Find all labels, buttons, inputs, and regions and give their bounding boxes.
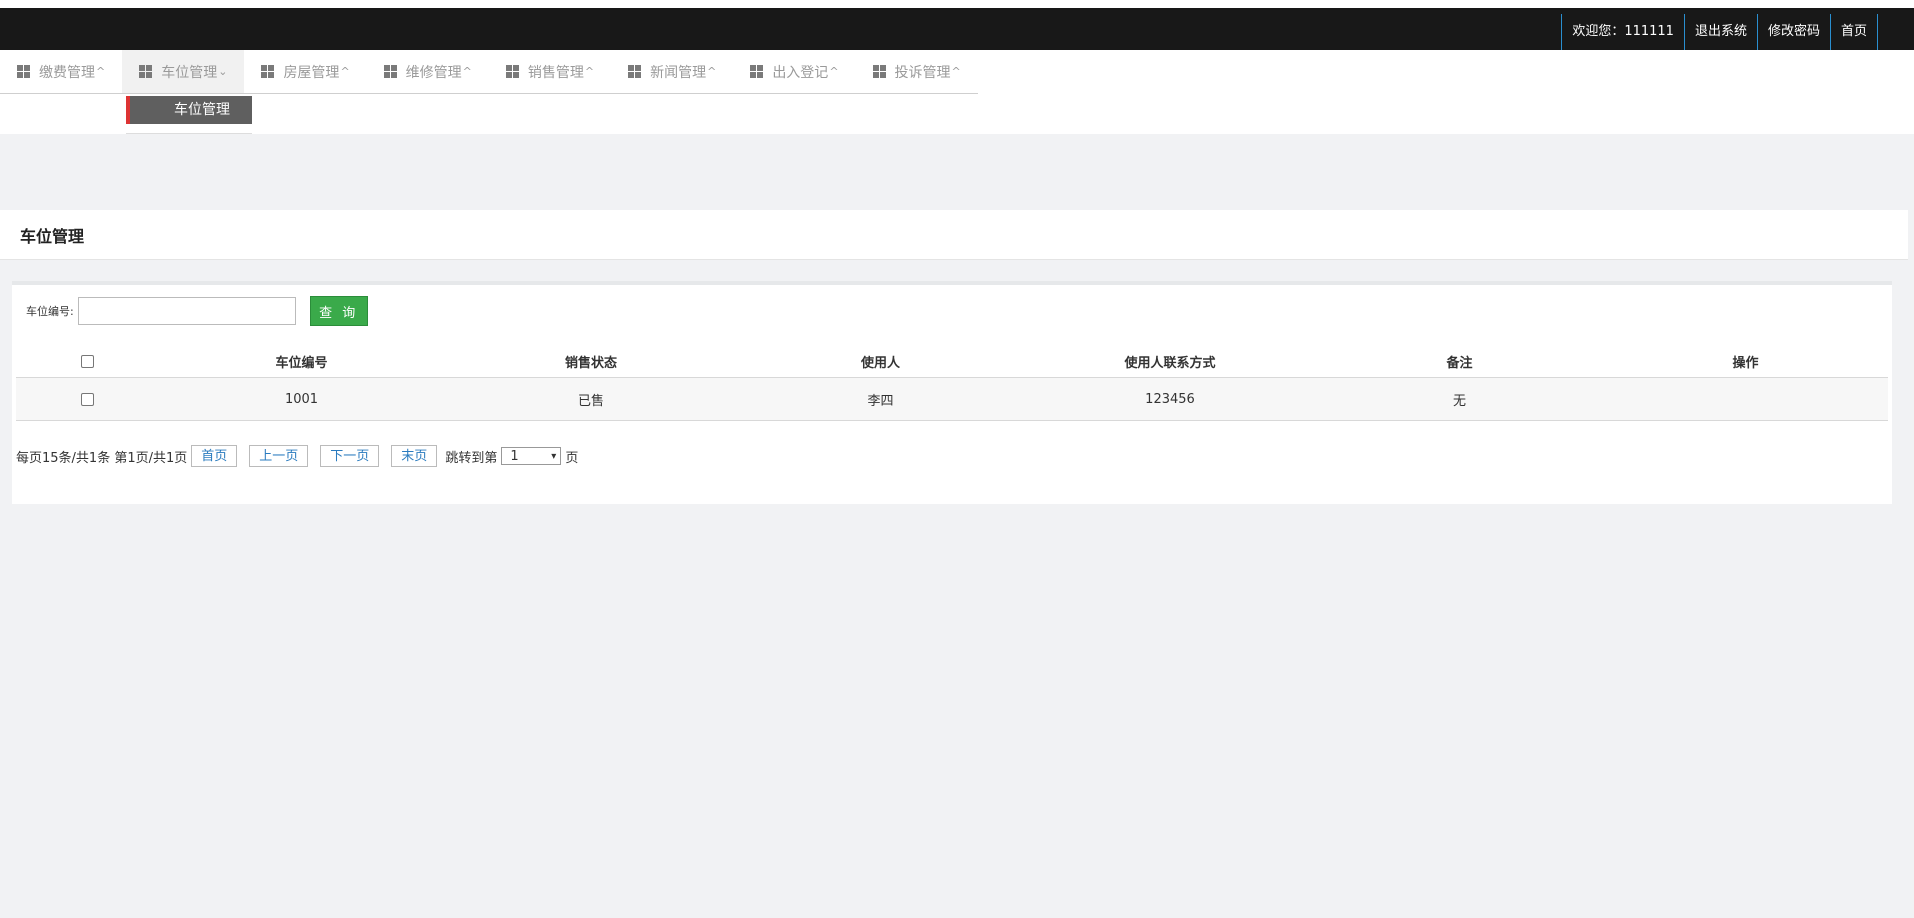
- row-checkbox[interactable]: [80, 392, 94, 406]
- table-cell: 1001: [158, 377, 445, 421]
- chevron-up-icon: ^: [340, 65, 350, 78]
- table-cell: 123456: [1024, 377, 1316, 421]
- pagination: 每页15条/共1条 第1页/共1页 首页 上一页 下一页 末页 跳转到第 1 ▾…: [16, 445, 578, 467]
- logout-link[interactable]: 退出系统: [1683, 14, 1757, 50]
- chevron-down-icon: ▾: [551, 450, 557, 462]
- last-page-button[interactable]: 末页: [391, 445, 438, 467]
- chevron-up-icon: ^: [829, 65, 839, 78]
- column-header: 使用人联系方式: [1024, 345, 1316, 378]
- chevron-up-icon: ^: [951, 65, 961, 78]
- nav-item-fee[interactable]: 缴费管理 ^: [0, 50, 123, 94]
- submenu-divider: [126, 133, 252, 134]
- pagination-summary: 每页15条/共1条 第1页/共1页: [16, 450, 188, 466]
- grid-icon: [383, 65, 397, 78]
- home-link[interactable]: 首页: [1829, 14, 1878, 50]
- first-page-button[interactable]: 首页: [191, 445, 238, 467]
- nav-item-sales[interactable]: 销售管理 ^: [488, 50, 612, 94]
- table-cell: 已售: [445, 377, 737, 421]
- page-suffix: 页: [565, 450, 579, 466]
- page-select[interactable]: 1 ▾: [501, 447, 562, 465]
- column-header: 使用人: [737, 345, 1024, 378]
- chevron-up-icon: ^: [584, 65, 595, 78]
- table-cell: 李四: [737, 377, 1024, 421]
- nav-item-parking[interactable]: 车位管理 ⌄: [122, 50, 245, 94]
- row-select-cell: [16, 377, 158, 421]
- nav-item-label: 投诉管理: [894, 64, 951, 81]
- change-password-link[interactable]: 修改密码: [1756, 14, 1830, 50]
- page-select-value: 1: [510, 448, 519, 464]
- submenu-item-parking-management[interactable]: 车位管理: [126, 96, 252, 124]
- nav-item-label: 销售管理: [527, 64, 584, 81]
- nav-item-repair[interactable]: 维修管理 ^: [366, 50, 489, 94]
- nav-item-label: 房屋管理: [283, 64, 340, 81]
- table-header-row: 车位编号 销售状态 使用人 使用人联系方式 备注 操作: [16, 345, 1888, 378]
- search-button[interactable]: 查 询: [309, 296, 368, 326]
- select-all-checkbox[interactable]: [80, 354, 94, 368]
- column-header: 销售状态: [445, 345, 737, 378]
- nav-item-label: 新闻管理: [650, 64, 707, 81]
- grid-icon: [261, 65, 275, 78]
- prev-page-button[interactable]: 上一页: [249, 445, 309, 467]
- chevron-up-icon: ^: [96, 65, 106, 78]
- grid-icon: [750, 65, 764, 78]
- nav-item-complaints[interactable]: 投诉管理 ^: [855, 50, 978, 94]
- nav-item-label: 出入登记: [772, 64, 829, 81]
- nav-item-access-log[interactable]: 出入登记 ^: [733, 50, 856, 94]
- column-header: 备注: [1316, 345, 1603, 378]
- main-nav: 缴费管理 ^ 车位管理 ⌄ 房屋管理 ^ 维修管理 ^ 销售管理 ^ 新闻管理 …: [0, 50, 1914, 134]
- select-all-cell: [16, 345, 158, 378]
- top-bar: 欢迎您：111111 退出系统 修改密码 首页: [0, 8, 1914, 50]
- nav-item-label: 缴费管理: [39, 64, 95, 81]
- grid-icon: [139, 65, 153, 78]
- table-cell: 无: [1316, 377, 1603, 421]
- welcome-text: 欢迎您：111111: [1561, 14, 1684, 50]
- content-panel: 车位编号: 查 询 车位编号 销售状态 使用人 使用人联系方式 备注 操作 10…: [12, 281, 1892, 504]
- chevron-down-icon: ⌄: [218, 65, 228, 78]
- search-label: 车位编号:: [26, 305, 74, 318]
- page-title: 车位管理: [20, 227, 85, 246]
- nav-item-news[interactable]: 新闻管理 ^: [611, 50, 734, 94]
- table-row: 1001 已售 李四 123456 无: [16, 377, 1888, 421]
- parking-number-input[interactable]: [77, 297, 296, 325]
- page-title-panel: 车位管理: [0, 210, 1908, 260]
- column-header: 操作: [1603, 345, 1888, 378]
- jump-label: 跳转到第: [445, 450, 498, 466]
- chevron-up-icon: ^: [707, 65, 717, 78]
- grid-icon: [17, 65, 30, 78]
- grid-icon: [505, 65, 519, 78]
- parking-table: 车位编号 销售状态 使用人 使用人联系方式 备注 操作 1001 已售 李四 1…: [16, 345, 1888, 421]
- grid-icon: [872, 65, 886, 78]
- nav-item-house[interactable]: 房屋管理 ^: [244, 50, 367, 94]
- top-links: 欢迎您：111111 退出系统 修改密码 首页: [1561, 14, 1878, 50]
- nav-item-label: 车位管理: [161, 64, 218, 81]
- next-page-button[interactable]: 下一页: [320, 445, 380, 467]
- column-header: 车位编号: [158, 345, 445, 378]
- nav-item-label: 维修管理: [405, 64, 462, 81]
- search-form: 车位编号: 查 询: [26, 291, 368, 331]
- actions-cell: [1603, 377, 1888, 421]
- chevron-up-icon: ^: [462, 65, 472, 78]
- grid-icon: [628, 65, 642, 78]
- top-strip: [0, 0, 1914, 8]
